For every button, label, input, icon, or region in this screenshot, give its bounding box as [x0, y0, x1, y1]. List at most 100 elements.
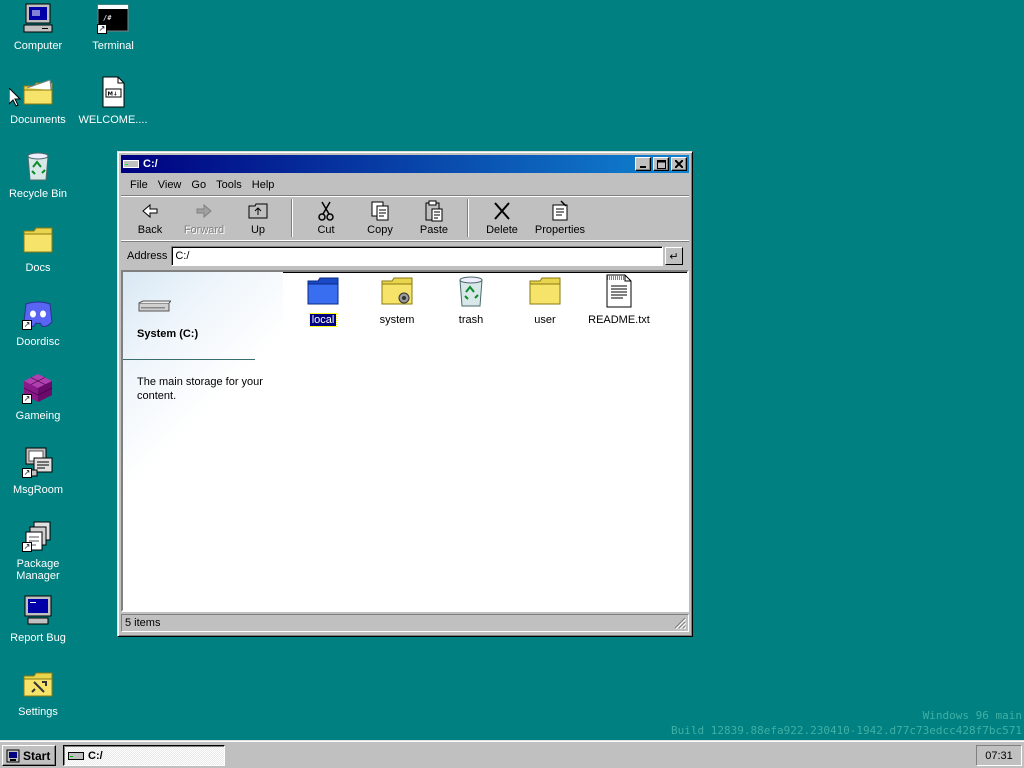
menu-help[interactable]: Help — [247, 179, 280, 191]
desktop-icon-msgroom[interactable]: ↗ MsgRoom — [2, 446, 74, 496]
system-tray-clock[interactable]: 07:31 — [976, 745, 1022, 766]
menu-tools[interactable]: Tools — [211, 179, 247, 191]
file-name: trash — [458, 314, 484, 326]
address-bar: Address C:/ ↵ — [121, 244, 689, 268]
file-item-readme[interactable]: README.txt — [584, 274, 654, 326]
cut-button[interactable]: Cut — [299, 197, 353, 239]
shortcut-arrow-icon: ↗ — [22, 394, 32, 404]
desktop-icon-computer[interactable]: Computer — [2, 2, 74, 52]
start-label: Start — [23, 748, 51, 763]
clipboard-icon — [425, 200, 443, 222]
desktop-icon-doordisc[interactable]: ↗ Doordisc — [2, 298, 74, 348]
mouse-cursor-icon — [9, 88, 21, 107]
desktop-icon-gameing[interactable]: ↗ Gameing — [2, 372, 74, 422]
desktop-icon-label: Gameing — [15, 410, 61, 422]
svg-text:/#: /# — [103, 14, 112, 22]
back-button[interactable]: Back — [123, 197, 177, 239]
hard-drive-icon — [138, 300, 171, 312]
recycle-bin-icon — [459, 276, 483, 307]
info-pane: System (C:) The main storage for your co… — [123, 272, 283, 610]
desktop-icon-settings[interactable]: Settings — [2, 668, 74, 718]
folder-icon — [22, 224, 54, 256]
close-button[interactable] — [671, 157, 687, 171]
doordisc-icon: ↗ — [22, 298, 54, 330]
folder-content-view[interactable]: System (C:) The main storage for your co… — [121, 270, 689, 612]
address-input[interactable]: C:/ — [171, 246, 663, 266]
file-name: README.txt — [588, 314, 650, 326]
delete-button[interactable]: Delete — [475, 197, 529, 239]
file-name: local — [308, 313, 338, 327]
documents-folder-icon — [22, 76, 54, 108]
address-label: Address — [127, 250, 168, 262]
desktop-icon-label: Computer — [13, 40, 63, 52]
forward-arrow-icon — [196, 203, 212, 219]
up-label: Up — [250, 224, 266, 236]
status-item-count: 5 items — [125, 617, 161, 629]
toolbar: Back Forward Up Cut Copy Paste Delete Pr… — [121, 195, 689, 241]
shortcut-arrow-icon: ↗ — [97, 24, 107, 34]
file-item-system[interactable]: system — [362, 274, 432, 326]
msgroom-icon: ↗ — [22, 446, 54, 478]
game-cube-icon: ↗ — [22, 372, 54, 404]
info-pane-title: System (C:) — [137, 328, 199, 340]
toolbar-separator — [291, 199, 293, 237]
folder-icon — [529, 277, 561, 305]
menu-bar: File View Go Tools Help — [121, 175, 689, 195]
report-bug-icon — [22, 594, 54, 626]
resize-grip-icon[interactable] — [674, 617, 686, 629]
maximize-button[interactable] — [653, 157, 669, 171]
desktop-icon-report-bug[interactable]: Report Bug — [2, 594, 74, 644]
start-button[interactable]: Start — [2, 745, 56, 766]
copy-label: Copy — [367, 224, 393, 236]
minimize-button[interactable] — [635, 157, 651, 171]
delete-label: Delete — [486, 224, 518, 236]
back-label: Back — [137, 224, 163, 236]
file-list: local system trash user README.txt — [283, 272, 687, 610]
menu-file[interactable]: File — [125, 179, 153, 191]
markdown-file-icon: M↓ — [97, 76, 129, 108]
minimize-icon — [640, 166, 646, 168]
taskbar: Start C:/ 07:31 — [0, 740, 1024, 768]
desktop-icon-package-manager[interactable]: ↗ Package Manager — [2, 520, 74, 582]
file-item-user[interactable]: user — [510, 274, 580, 326]
terminal-icon: /# ↗ — [97, 2, 129, 34]
file-item-trash[interactable]: trash — [436, 274, 506, 326]
desktop-icon-label: Documents — [10, 114, 66, 126]
start-logo-icon — [6, 749, 20, 762]
up-button[interactable]: Up — [231, 197, 285, 239]
copy-button[interactable]: Copy — [353, 197, 407, 239]
shortcut-arrow-icon: ↗ — [22, 542, 32, 552]
cut-label: Cut — [317, 224, 335, 236]
watermark-edition: Windows 96 main — [922, 709, 1022, 722]
desktop-icon-label: WELCOME.... — [78, 114, 148, 126]
address-go-button[interactable]: ↵ — [665, 247, 683, 265]
scissors-icon — [318, 201, 334, 221]
text-file-icon — [606, 274, 632, 308]
desktop-icon-terminal[interactable]: /# ↗ Terminal — [77, 2, 149, 52]
desktop-icon-label: Recycle Bin — [8, 188, 68, 200]
desktop-icon-welcome[interactable]: M↓ WELCOME.... — [77, 76, 149, 126]
properties-button[interactable]: Properties — [529, 197, 591, 239]
desktop-icon-label: Doordisc — [16, 336, 60, 348]
up-folder-icon — [248, 203, 268, 219]
file-item-local[interactable]: local — [288, 274, 358, 327]
desktop-icon-label: Report Bug — [10, 632, 66, 644]
copy-icon — [371, 201, 389, 221]
info-pane-description: The main storage for your content. — [137, 376, 263, 402]
window-title: C:/ — [143, 158, 158, 170]
taskbar-item-title: C:/ — [88, 749, 103, 762]
close-icon — [675, 160, 683, 168]
svg-text:M↓: M↓ — [108, 91, 118, 98]
taskbar-item-explorer[interactable]: C:/ — [63, 745, 225, 766]
window-titlebar[interactable]: C:/ — [121, 155, 689, 173]
back-arrow-icon — [142, 203, 158, 219]
explorer-window[interactable]: C:/ File View Go Tools Help Back Forward… — [117, 151, 693, 637]
settings-icon — [22, 668, 54, 700]
paste-button[interactable]: Paste — [407, 197, 461, 239]
desktop-icon-label: Docs — [25, 262, 51, 274]
desktop-icon-docs[interactable]: Docs — [2, 224, 74, 274]
menu-view[interactable]: View — [153, 179, 187, 191]
forward-button[interactable]: Forward — [177, 197, 231, 239]
desktop-icon-recycle-bin[interactable]: Recycle Bin — [2, 150, 74, 200]
menu-go[interactable]: Go — [186, 179, 211, 191]
